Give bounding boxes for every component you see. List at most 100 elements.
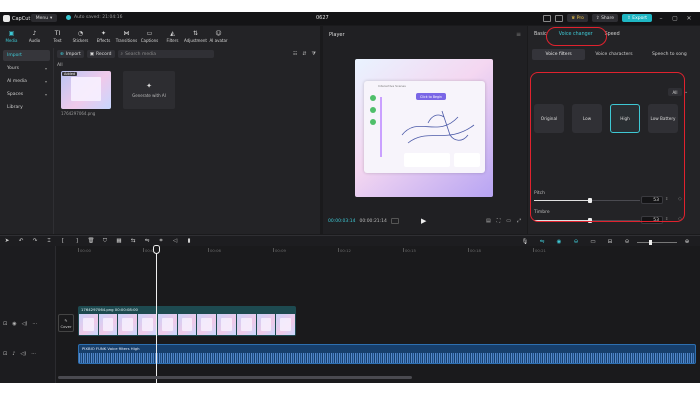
split-icon[interactable]: ⌶ bbox=[42, 236, 56, 246]
freeze-icon[interactable]: ▦ bbox=[112, 236, 126, 246]
timeline-scrollbar[interactable] bbox=[58, 376, 412, 379]
crop-icon[interactable]: ⛶ bbox=[497, 218, 501, 224]
pitch-slider-handle[interactable] bbox=[588, 198, 592, 203]
sidebar-item-import[interactable]: Import bbox=[3, 50, 50, 61]
timecode-format-icon[interactable] bbox=[390, 218, 399, 224]
more-options-icon[interactable]: ≡ bbox=[516, 31, 521, 38]
tool-media[interactable]: ▣ Media bbox=[0, 26, 23, 46]
playhead-handle[interactable] bbox=[153, 245, 160, 254]
filter-options-icon[interactable]: ⌄ bbox=[684, 89, 688, 95]
select-cursor-icon[interactable]: ➤ bbox=[0, 236, 14, 246]
mute-icon[interactable]: ◁) bbox=[20, 351, 26, 357]
timbre-slider-handle[interactable] bbox=[588, 218, 592, 223]
cover-button[interactable]: ✎ Cover bbox=[58, 314, 74, 332]
delete-icon[interactable]: 🗑 bbox=[84, 236, 98, 246]
voice-filter-original[interactable]: Original bbox=[534, 104, 564, 133]
tab-basic[interactable]: Basic bbox=[528, 32, 553, 37]
marker-icon[interactable]: ▮ bbox=[182, 236, 196, 246]
timbre-reset-icon[interactable]: ◇ bbox=[678, 216, 682, 222]
tool-text[interactable]: TI Text bbox=[46, 26, 69, 46]
layout-icon[interactable] bbox=[543, 14, 552, 22]
minimize-icon[interactable]: – bbox=[656, 15, 666, 22]
undo-icon[interactable]: ↶ bbox=[14, 236, 28, 246]
plus-circle-icon: ⊕ bbox=[60, 51, 64, 57]
subtab-voice-characters[interactable]: Voice characters bbox=[587, 49, 640, 60]
mirror-icon[interactable]: ⇋ bbox=[140, 236, 154, 246]
zoom-slider-handle[interactable] bbox=[649, 239, 652, 245]
sidebar-item-yours[interactable]: Yours ▾ bbox=[3, 63, 50, 74]
timbre-slider[interactable] bbox=[534, 218, 640, 223]
subtab-speech-to-song[interactable]: Speech to song bbox=[643, 49, 696, 60]
voice-filter-low-battery[interactable]: Low Battery bbox=[648, 104, 678, 133]
video-clip[interactable]: 1764297064.png 00:00:08:00 bbox=[78, 306, 296, 336]
search-input[interactable]: ⌕ Search media bbox=[117, 50, 214, 58]
pitch-reset-icon[interactable]: ◇ bbox=[678, 196, 682, 202]
video-preview[interactable]: Interactive Scenes Click to Begin bbox=[355, 59, 493, 197]
ratio-icon[interactable]: ▭ bbox=[506, 218, 511, 224]
import-button[interactable]: ⊕ Import bbox=[57, 50, 84, 58]
media-thumbnail[interactable]: Added bbox=[61, 71, 111, 109]
video-track-header: ⊡ ◉ ◁) ⋯ bbox=[3, 321, 37, 327]
tool-captions[interactable]: ▭ Captions bbox=[138, 26, 161, 46]
pro-button[interactable]: ♛ Pro bbox=[567, 14, 588, 22]
menu-button[interactable]: Menu ▾ bbox=[31, 14, 57, 22]
voice-filter-high[interactable]: High bbox=[610, 104, 640, 133]
voice-filter-low[interactable]: Low bbox=[572, 104, 602, 133]
export-button[interactable]: ⇧ Export bbox=[622, 14, 652, 22]
autosave-status: Auto saved: 21:04:16 bbox=[66, 15, 122, 20]
more-icon[interactable]: ⋯ bbox=[31, 351, 36, 357]
app-name: CapCut bbox=[12, 15, 31, 22]
grid-view-icon[interactable]: ☷ bbox=[293, 51, 297, 57]
sidebar-item-library[interactable]: Library bbox=[3, 102, 50, 113]
pitch-stepper-icon[interactable]: ⇕ bbox=[665, 196, 668, 201]
import-label: Import bbox=[65, 51, 81, 57]
subtab-voice-filters[interactable]: Voice filters bbox=[532, 49, 586, 60]
quality-icon[interactable]: ▤ bbox=[486, 218, 491, 224]
reverse-icon[interactable]: ⇆ bbox=[126, 236, 140, 246]
shield-icon[interactable]: ⛉ bbox=[98, 236, 112, 246]
close-icon[interactable]: ✕ bbox=[684, 15, 694, 22]
more-icon[interactable]: ⋯ bbox=[32, 321, 37, 327]
hide-track-icon[interactable]: ◉ bbox=[12, 321, 16, 327]
playhead-line[interactable] bbox=[156, 246, 157, 383]
tool-stickers[interactable]: ◔ Stickers bbox=[69, 26, 92, 46]
generate-with-ai-card[interactable]: ✦ Generate with AI bbox=[123, 71, 175, 109]
audio-clip[interactable]: PIXBIO FUNK Voice filters High bbox=[78, 344, 696, 364]
tool-adjustment[interactable]: ⇅ Adjustment bbox=[184, 26, 207, 46]
split-right-icon[interactable]: ] bbox=[70, 236, 84, 246]
sort-icon[interactable]: ⇵ bbox=[302, 51, 306, 57]
tool-effects[interactable]: ✦ Effects bbox=[92, 26, 115, 46]
lock-icon[interactable]: ⊡ bbox=[3, 321, 7, 327]
timbre-value-input[interactable]: 53 bbox=[641, 216, 663, 224]
tool-audio[interactable]: ♪ Audio bbox=[23, 26, 46, 46]
filter-icon[interactable]: ⧩ bbox=[312, 51, 316, 57]
all-filter-chip[interactable]: All bbox=[668, 88, 682, 96]
share-button[interactable]: ⇪ Share bbox=[591, 14, 619, 22]
project-title[interactable]: 0627 bbox=[316, 15, 329, 21]
mute-icon[interactable]: ◁) bbox=[22, 321, 28, 327]
lock-icon[interactable]: ⊡ bbox=[3, 351, 7, 357]
sidebar-item-ai-media[interactable]: AI media ▾ bbox=[3, 76, 50, 87]
voice-changer-subtabs: Voice filters Voice characters Speech to s… bbox=[532, 49, 696, 61]
timbre-stepper-icon[interactable]: ⇕ bbox=[665, 216, 668, 221]
play-icon[interactable]: ▶ bbox=[421, 217, 426, 225]
record-button[interactable]: ▣ Record bbox=[86, 50, 115, 58]
video-frame-thumbnail bbox=[157, 314, 177, 335]
pitch-slider[interactable] bbox=[534, 198, 640, 203]
shortcuts-icon[interactable] bbox=[555, 14, 564, 22]
pitch-value-input[interactable]: 53 bbox=[641, 196, 663, 204]
tab-speed[interactable]: Speed bbox=[599, 32, 626, 37]
zoom-slider[interactable] bbox=[637, 239, 677, 245]
tool-transitions[interactable]: ⋈ Transitions bbox=[115, 26, 138, 46]
fullscreen-icon[interactable]: ⤢ bbox=[517, 218, 521, 224]
split-left-icon[interactable]: [ bbox=[56, 236, 70, 246]
tool-ai-avatar[interactable]: ☺ AI avatar bbox=[207, 26, 230, 46]
sidebar-item-spaces[interactable]: Spaces ▾ bbox=[3, 89, 50, 100]
sparkle-icon: ✦ bbox=[146, 82, 152, 90]
maximize-icon[interactable]: ▢ bbox=[670, 15, 680, 22]
tab-voice-changer[interactable]: Voice changer bbox=[553, 32, 599, 37]
audio-tool-icon[interactable]: ◁ bbox=[168, 236, 182, 246]
video-frame-thumbnail bbox=[118, 314, 138, 335]
tool-filters[interactable]: ◭ Filters bbox=[161, 26, 184, 46]
redo-icon[interactable]: ↷ bbox=[28, 236, 42, 246]
